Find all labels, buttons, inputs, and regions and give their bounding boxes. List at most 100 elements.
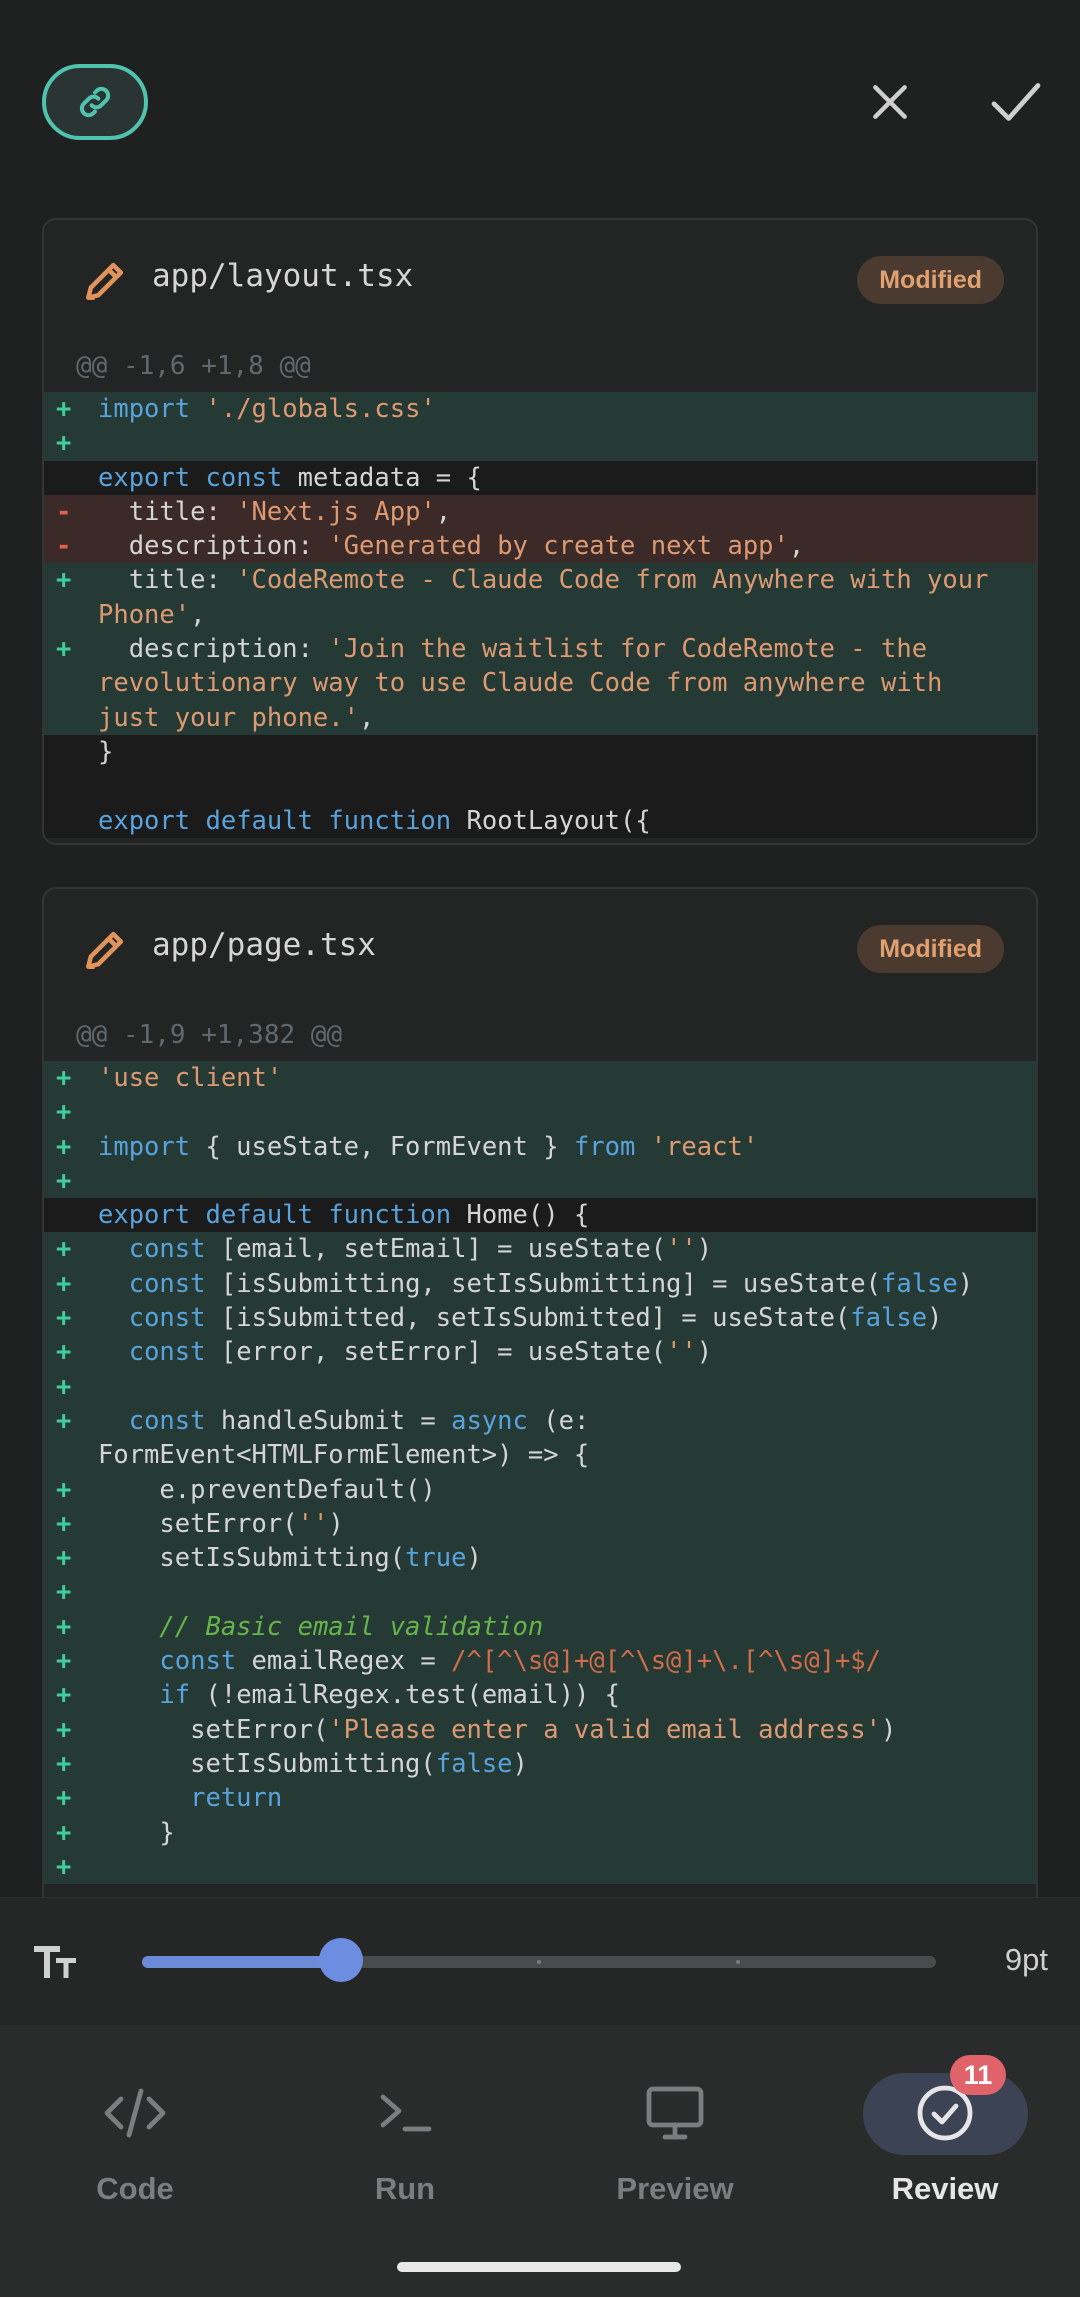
diff-line: + setIsSubmitting(false) (44, 1746, 1036, 1782)
top-bar (0, 0, 1080, 205)
file-header[interactable]: app/page.tsx Modified (44, 889, 1036, 1009)
status-badge: Modified (857, 925, 1004, 973)
slider-tick (537, 1960, 541, 1964)
diff-line: + import { useState, FormEvent } from 're… (44, 1129, 1036, 1164)
diff-line: - description: 'Generated by create next… (44, 529, 1036, 564)
link-button[interactable] (42, 64, 148, 140)
slider-fill (142, 1956, 341, 1968)
tab-label: Review (891, 2171, 999, 2206)
confirm-button[interactable] (986, 72, 1046, 132)
diff-lines: +'use client' + + import { useState, Form… (44, 1061, 1036, 1885)
diff-line: + if (!emailRegex.test(email)) { (44, 1678, 1036, 1713)
diff-marker: + (56, 1405, 72, 1436)
diff-line: + const emailRegex = /^[^\s@]+@[^\s@]+\.… (44, 1644, 1036, 1679)
diff-line: + // Basic email validation (44, 1609, 1036, 1645)
diff-marker: + (56, 1474, 72, 1505)
font-size-bar: 9pt (0, 1897, 1080, 2025)
code-icon (104, 2088, 166, 2138)
tab-label: Preview (616, 2171, 734, 2206)
diff-line: + e.preventDefault() (44, 1472, 1036, 1507)
diff-line: + description: 'Join the waitlist for Co… (44, 632, 1036, 735)
diff-marker: + (56, 1577, 72, 1608)
diff-marker: + (56, 1543, 72, 1574)
diff-marker: + (56, 565, 72, 596)
diff-line: export const metadata = { (44, 460, 1036, 495)
file-name: app/layout.tsx (152, 258, 414, 294)
home-indicator (397, 2262, 681, 2272)
diff-marker: + (56, 1611, 72, 1642)
diff-marker: + (56, 1165, 72, 1196)
diff-marker: + (56, 1680, 72, 1711)
diff-marker: + (56, 1851, 72, 1882)
file-name: app/page.tsx (152, 927, 376, 963)
diff-line: + (44, 1575, 1036, 1610)
tab-review[interactable]: 11 Review (835, 2055, 1055, 2213)
diff-line: + const [isSubmitting, setIsSubmitting] … (44, 1266, 1036, 1302)
text-size-icon (34, 1946, 76, 1978)
diff-marker: - (56, 531, 72, 562)
diff-line: + import './globals.css' (44, 392, 1036, 427)
diff-line: +'use client' (44, 1061, 1036, 1096)
diff-marker: + (56, 1371, 72, 1402)
diff-marker: + (56, 1817, 72, 1848)
font-size-slider[interactable] (142, 1956, 936, 1968)
diff-line: + const handleSubmit = async (e: FormEve… (44, 1403, 1036, 1473)
pencil-icon (86, 262, 124, 300)
diff-line: + } (44, 1815, 1036, 1850)
diff-line: + (44, 1369, 1036, 1404)
pencil-icon (86, 931, 124, 969)
diff-line: export default function RootLayout({ (44, 803, 1036, 838)
tab-label: Code (96, 2171, 174, 2206)
diff-line: + (44, 1849, 1036, 1885)
diff-marker: + (56, 394, 72, 424)
tab-run[interactable]: Run (295, 2073, 515, 2213)
status-badge: Modified (857, 256, 1004, 304)
diff-line: + setError('Please enter a valid email a… (44, 1712, 1036, 1747)
terminal-icon (380, 2094, 432, 2132)
file-header[interactable]: app/layout.tsx Modified (44, 220, 1036, 340)
diff-marker: + (56, 428, 72, 459)
tab-preview[interactable]: Preview (565, 2073, 785, 2213)
bottom-tab-bar: Code Run Preview 11 Review (0, 2025, 1080, 2297)
diff-line: + const [email, setEmail] = useState('') (44, 1232, 1036, 1267)
monitor-icon (646, 2086, 704, 2140)
diff-line: + title: 'CodeRemote - Claude Code from … (44, 563, 1036, 633)
close-button[interactable] (860, 72, 920, 132)
diff-line: + const [error, setError] = useState('') (44, 1335, 1036, 1370)
file-diff-card: app/layout.tsx Modified @@ -1,6 +1,8 @@ … (42, 218, 1038, 845)
close-icon (873, 85, 907, 119)
diff-marker: + (56, 1234, 72, 1265)
diff-marker: + (56, 1303, 72, 1334)
diff-marker: + (56, 1063, 72, 1093)
file-diff-card: app/page.tsx Modified @@ -1,9 +1,382 @@ … (42, 887, 1038, 1907)
diff-marker: + (56, 1783, 72, 1814)
tab-label: Run (374, 2171, 436, 2206)
tab-code[interactable]: Code (25, 2073, 245, 2213)
diff-line (44, 769, 1036, 804)
hunk-header: @@ -1,6 +1,8 @@ (76, 351, 311, 381)
check-icon (991, 83, 1041, 121)
diff-line: + const [isSubmitted, setIsSubmitted] = … (44, 1301, 1036, 1336)
diff-marker: + (56, 1337, 72, 1368)
slider-tick (735, 1960, 740, 1964)
link-icon (79, 86, 111, 118)
diff-line: + return (44, 1781, 1036, 1816)
diff-line: + setIsSubmitting(true) (44, 1541, 1036, 1576)
diff-line: } (44, 734, 1036, 770)
diff-marker: + (56, 1268, 72, 1299)
diff-marker: + (56, 1646, 72, 1677)
diff-marker: + (56, 1748, 72, 1779)
diff-lines: + import './globals.css' + export const m… (44, 392, 1036, 838)
hunk-header: @@ -1,9 +1,382 @@ (76, 1020, 343, 1050)
diff-marker: + (56, 1097, 72, 1128)
diff-line: + setError('') (44, 1506, 1036, 1542)
slider-thumb[interactable] (318, 1938, 363, 1982)
diff-line: - title: 'Next.js App', (44, 494, 1036, 530)
font-size-value: 9pt (1004, 1942, 1048, 1977)
diff-marker: + (56, 1508, 72, 1539)
diff-line: + (44, 426, 1036, 461)
diff-marker: + (56, 634, 72, 665)
diff-marker: + (56, 1131, 72, 1162)
diff-line: + (44, 1163, 1036, 1199)
notification-badge: 11 (950, 2055, 1006, 2095)
